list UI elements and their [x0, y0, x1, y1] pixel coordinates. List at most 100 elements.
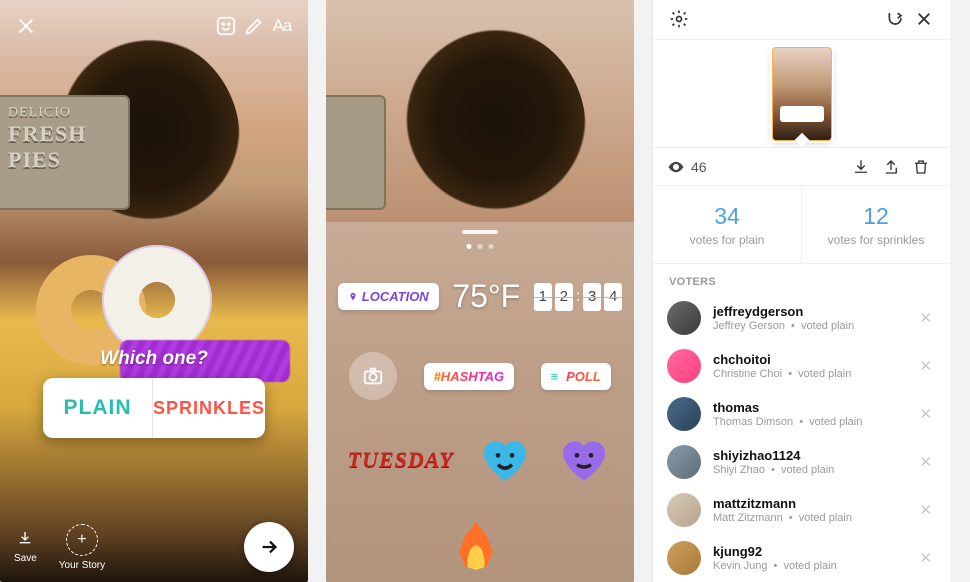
- votes-option-b: 12 votes for sprinkles: [802, 186, 950, 263]
- votes-b-label: votes for sprinkles: [828, 233, 925, 247]
- close-icon[interactable]: [12, 12, 40, 40]
- voter-username: kjung92: [713, 544, 903, 559]
- voter-row[interactable]: jeffreydgersonJeffrey Gerson • voted pla…: [653, 294, 950, 342]
- vote-summary: 34 votes for plain 12 votes for sprinkle…: [653, 186, 950, 264]
- voter-text: chchoitoiChristine Choi • voted plain: [713, 352, 903, 380]
- sticker-sheet[interactable]: LOCATION 75°F 1 2 : 3 4 #HASHTAG ≡POLL: [326, 222, 634, 582]
- avatar[interactable]: [667, 493, 701, 527]
- avatar[interactable]: [667, 445, 701, 479]
- heart-sticker-blue[interactable]: [477, 432, 533, 488]
- voter-text: thomasThomas Dimson • voted plain: [713, 400, 903, 428]
- voter-subtitle: Kevin Jung • voted plain: [713, 560, 903, 572]
- avatar[interactable]: [667, 397, 701, 431]
- download-icon[interactable]: [846, 158, 876, 176]
- remove-voter-icon[interactable]: ✕: [915, 545, 936, 571]
- draw-icon[interactable]: [240, 12, 268, 40]
- poll-option-b[interactable]: SPRINKLES: [153, 378, 265, 438]
- poll-sticker[interactable]: Which one? PLAIN SPRINKLES: [43, 348, 265, 438]
- voter-username: shiyizhao1124: [713, 448, 903, 463]
- sticker-drawer-screen: LOCATION 75°F 1 2 : 3 4 #HASHTAG ≡POLL: [326, 0, 634, 582]
- remove-voter-icon[interactable]: ✕: [915, 401, 936, 427]
- voter-subtitle: Jeffrey Gerson • voted plain: [713, 320, 903, 332]
- poll-sticker-option[interactable]: ≡POLL: [541, 363, 611, 390]
- clock-digit-2: 2: [555, 283, 573, 311]
- poll-sticker-label: POLL: [566, 369, 601, 384]
- remove-voter-icon[interactable]: ✕: [915, 305, 936, 331]
- text-tool-icon[interactable]: Aa: [268, 12, 296, 40]
- send-button[interactable]: [244, 522, 294, 572]
- location-sticker[interactable]: LOCATION: [338, 283, 439, 310]
- story-thumbnail-row: [653, 40, 950, 148]
- hashtag-sticker-label: #HASHTAG: [434, 369, 505, 384]
- voter-text: shiyizhao1124Shiyi Zhao • voted plain: [713, 448, 903, 476]
- votes-a-label: votes for plain: [690, 233, 765, 247]
- voter-row[interactable]: kjung92Kevin Jung • voted plain ✕: [653, 534, 950, 582]
- view-count-value: 46: [691, 159, 707, 175]
- voter-subtitle: Shiyi Zhao • voted plain: [713, 464, 903, 476]
- heart-sticker-purple[interactable]: [556, 432, 612, 488]
- location-sticker-label: LOCATION: [362, 289, 429, 304]
- poll-results-screen: 46 34 votes for plain 12 votes for sprin…: [652, 0, 950, 582]
- voter-row[interactable]: chchoitoiChristine Choi • voted plain ✕: [653, 342, 950, 390]
- save-button[interactable]: Save: [14, 530, 37, 564]
- story-meta-row: 46: [653, 148, 950, 186]
- voters-list[interactable]: jeffreydgersonJeffrey Gerson • voted pla…: [653, 294, 950, 582]
- trash-icon[interactable]: [906, 158, 936, 176]
- share-icon[interactable]: [876, 158, 906, 176]
- hashtag-sticker[interactable]: #HASHTAG: [424, 363, 515, 390]
- voter-text: kjung92Kevin Jung • voted plain: [713, 544, 903, 572]
- poll-options: PLAIN SPRINKLES: [43, 378, 265, 438]
- editor-topbar: Aa: [0, 8, 308, 44]
- voters-section-header: VOTERS: [653, 264, 950, 294]
- remove-voter-icon[interactable]: ✕: [915, 449, 936, 475]
- editor-bottombar: Save + Your Story: [0, 522, 308, 572]
- remove-voter-icon[interactable]: ✕: [915, 353, 936, 379]
- votes-option-a: 34 votes for plain: [653, 186, 802, 263]
- story-thumbnail[interactable]: [772, 47, 832, 141]
- your-story-label: Your Story: [59, 560, 105, 571]
- voter-text: jeffreydgersonJeffrey Gerson • voted pla…: [713, 304, 903, 332]
- voter-username: jeffreydgerson: [713, 304, 903, 319]
- avatar[interactable]: [667, 301, 701, 335]
- voter-subtitle: Matt Zitzmann • voted plain: [713, 512, 903, 524]
- clock-digit-3: 3: [583, 283, 601, 311]
- voter-username: mattzitzmann: [713, 496, 903, 511]
- flame-sticker[interactable]: [456, 522, 496, 570]
- view-count: 46: [667, 158, 707, 176]
- close-icon[interactable]: [910, 5, 938, 33]
- your-story-button[interactable]: + Your Story: [59, 524, 105, 571]
- votes-b-count: 12: [863, 203, 889, 230]
- votes-a-count: 34: [714, 203, 740, 230]
- temperature-sticker[interactable]: 75°F: [442, 272, 530, 321]
- avatar[interactable]: [667, 349, 701, 383]
- settings-icon[interactable]: [665, 5, 693, 33]
- sign-text-1: DELICIO: [8, 105, 128, 121]
- voter-username: thomas: [713, 400, 903, 415]
- sign-text-2: FRESH PIES: [8, 121, 128, 173]
- clock-digit-1: 1: [534, 283, 552, 311]
- photo-sign: DELICIO FRESH PIES: [0, 95, 130, 210]
- story-editor-screen: DELICIO FRESH PIES Aa Which one? PLAIN S…: [0, 0, 308, 582]
- voter-row[interactable]: mattzitzmannMatt Zitzmann • voted plain ✕: [653, 486, 950, 534]
- clock-sticker[interactable]: 1 2 : 3 4: [534, 283, 622, 311]
- day-sticker[interactable]: TUESDAY: [348, 447, 454, 473]
- avatar[interactable]: [667, 541, 701, 575]
- selfie-sticker[interactable]: [349, 352, 397, 400]
- voter-row[interactable]: thomasThomas Dimson • voted plain ✕: [653, 390, 950, 438]
- clock-digit-4: 4: [604, 283, 622, 311]
- voter-text: mattzitzmannMatt Zitzmann • voted plain: [713, 496, 903, 524]
- results-topbar: [653, 0, 950, 40]
- photo-hair: [386, 25, 586, 235]
- sticker-icon[interactable]: [212, 12, 240, 40]
- poll-question[interactable]: Which one?: [43, 348, 265, 370]
- boomerang-icon[interactable]: [882, 5, 910, 33]
- voter-username: chchoitoi: [713, 352, 903, 367]
- save-label: Save: [14, 553, 37, 564]
- voter-subtitle: Christine Choi • voted plain: [713, 368, 903, 380]
- page-indicator: [467, 244, 494, 249]
- voter-subtitle: Thomas Dimson • voted plain: [713, 416, 903, 428]
- remove-voter-icon[interactable]: ✕: [915, 497, 936, 523]
- sheet-handle[interactable]: [462, 230, 498, 234]
- voter-row[interactable]: shiyizhao1124Shiyi Zhao • voted plain ✕: [653, 438, 950, 486]
- poll-option-a[interactable]: PLAIN: [43, 378, 153, 438]
